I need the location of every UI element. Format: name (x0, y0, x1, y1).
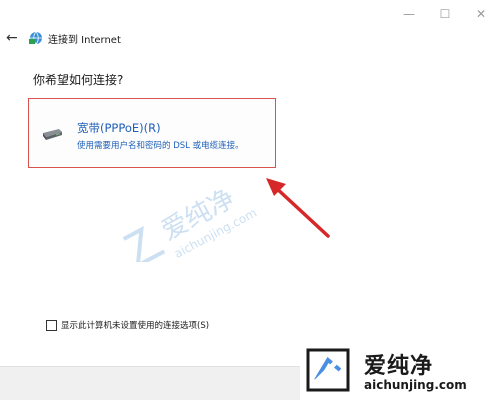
logo-text-cn: 爱纯净 (364, 354, 434, 379)
broadband-pppoe-option[interactable]: 宽带(PPPoE)(R) 使用需要用户名和密码的 DSL 或电缆连接。 (28, 98, 276, 168)
maximize-button[interactable]: ☐ (428, 0, 462, 28)
close-button[interactable]: ✕ (464, 0, 498, 28)
checkbox-label[interactable]: 显示此计算机未设置使用的连接选项(S) (61, 319, 209, 331)
watermark-logo-icon: 爱纯净 aichunjing.com (122, 184, 259, 262)
brand-mark-icon (306, 348, 350, 392)
maximize-icon: ☐ (439, 7, 451, 21)
back-arrow-icon[interactable]: ← (6, 30, 22, 46)
connect-to-internet-window: — ☐ ✕ ← 连接到 Internet 你希望如何连接? 宽带(PPPoE)(… (0, 0, 500, 400)
minimize-icon: — (403, 7, 415, 21)
modem-icon (43, 129, 62, 140)
option-title: 宽带(PPPoE)(R) (77, 121, 161, 135)
wizard-title: 连接到 Internet (48, 35, 121, 46)
option-description: 使用需要用户名和密码的 DSL 或电缆连接。 (77, 141, 244, 151)
network-globe-icon (29, 31, 42, 45)
minimize-button[interactable]: — (392, 0, 426, 28)
logo-text-en: aichunjing.com (364, 378, 467, 392)
close-icon: ✕ (475, 7, 487, 21)
site-logo: 爱纯净 aichunjing.com (300, 340, 500, 400)
page-heading: 你希望如何连接? (33, 73, 124, 87)
annotation-arrow-icon (266, 178, 330, 238)
show-unconfigured-options-checkbox[interactable] (46, 320, 57, 331)
